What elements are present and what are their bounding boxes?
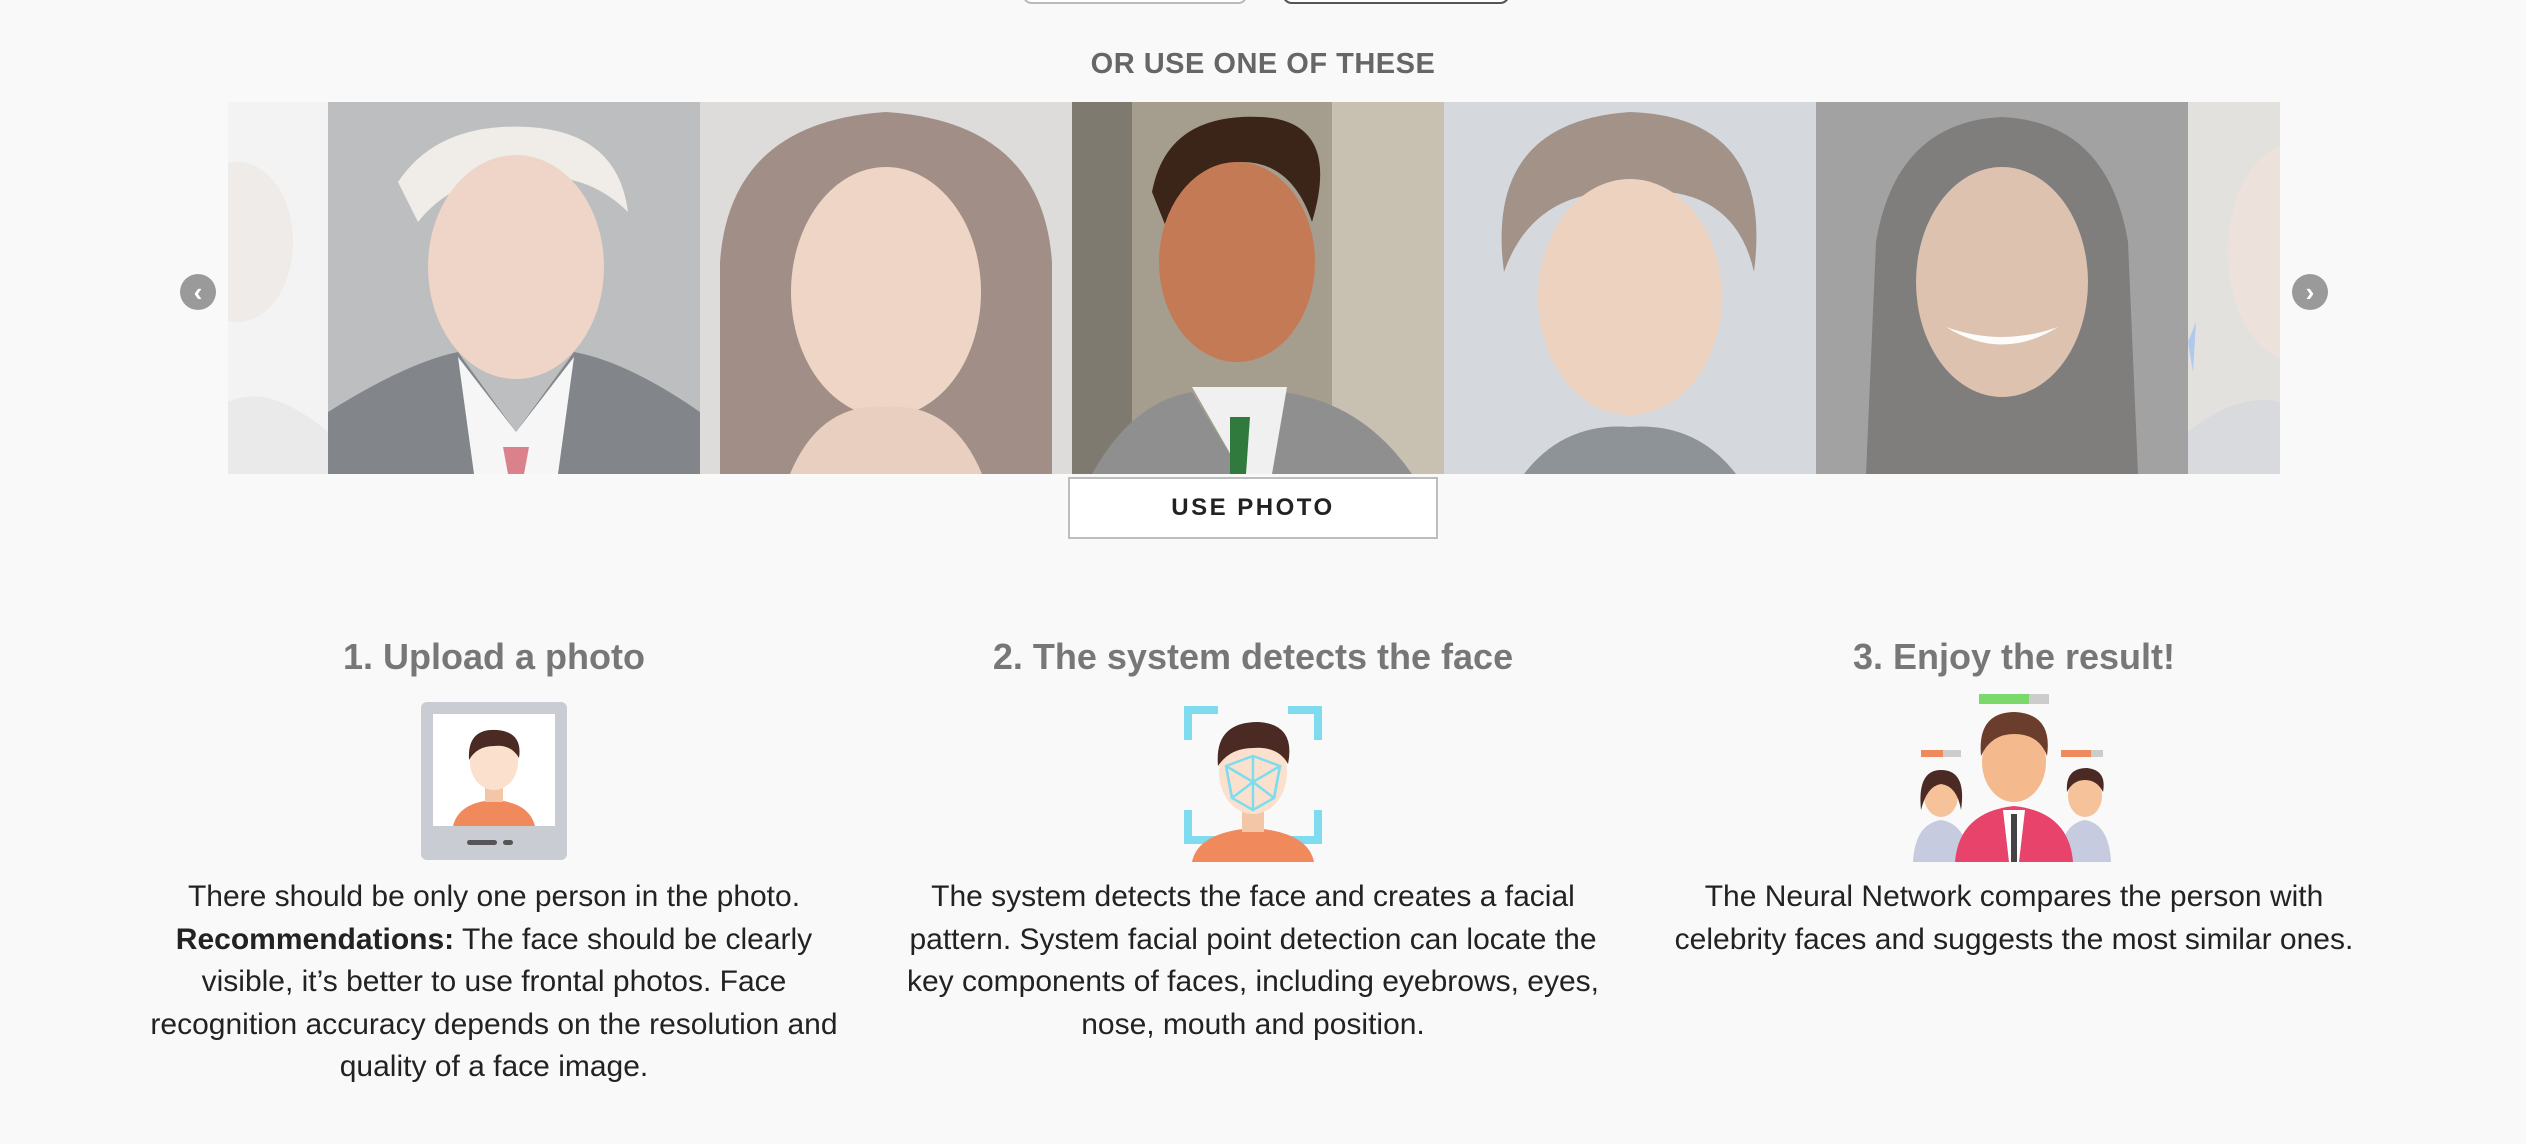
step-title: 1. Upload a photo (343, 636, 645, 677)
step-description: There should be only one person in the p… (150, 880, 838, 1083)
celebrity-photo-4[interactable] (1072, 102, 1444, 474)
chevron-left-icon: ‹ (193, 277, 203, 307)
photo-upload-icon (421, 702, 567, 860)
celebrity-photo-2[interactable] (328, 102, 700, 474)
chevron-right-icon: › (2305, 277, 2315, 307)
step-description: The system detects the face and creates … (906, 880, 1600, 1041)
photo-carousel (228, 102, 2280, 474)
gallery-heading: OR USE ONE OF THESE (1090, 48, 1436, 80)
celebrity-photo-5[interactable] (1444, 102, 1816, 474)
step-title: 2. The system detects the face (992, 636, 1514, 677)
use-photo-button[interactable]: USE PHOTO (1068, 477, 1438, 539)
celebrity-photo-1[interactable] (228, 102, 328, 474)
carousel-next-button[interactable]: › (2292, 274, 2328, 310)
carousel-prev-button[interactable]: ‹ (180, 274, 216, 310)
people-comparison-icon (1913, 694, 2111, 862)
top-button-stub-1[interactable] (1022, 0, 1248, 4)
celebrity-photo-6[interactable] (1816, 102, 2188, 474)
step-detect: 2. The system detects the face The syste… (893, 636, 1613, 1046)
step-upload: 1. Upload a photo There should be only o… (134, 636, 854, 1089)
face-detection-icon (1184, 706, 1322, 862)
step-result: 3. Enjoy the result! The Neural Network … (1654, 636, 2374, 961)
celebrity-photo-7[interactable] (2188, 102, 2280, 474)
step-description: The Neural Network compares the person w… (1674, 880, 2354, 956)
top-button-stub-2[interactable] (1282, 0, 1510, 4)
celebrity-photo-3[interactable] (700, 102, 1072, 474)
step-title: 3. Enjoy the result! (1852, 636, 2176, 677)
